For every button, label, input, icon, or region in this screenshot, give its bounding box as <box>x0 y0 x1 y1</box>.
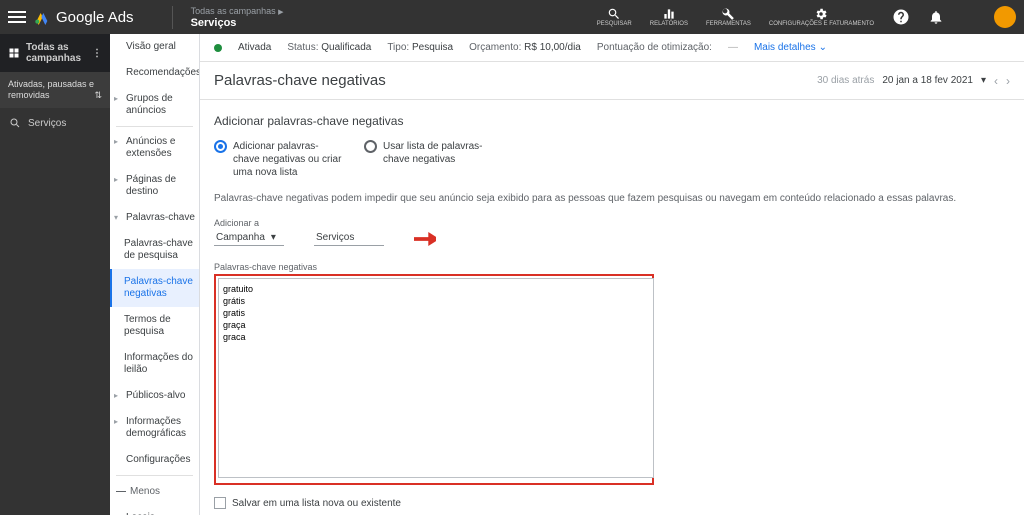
chevron-right-icon: ▸ <box>114 417 122 426</box>
google-ads-icon <box>34 9 50 25</box>
sidebar-publicos-alvo[interactable]: ▸Públicos-alvo <box>110 383 199 409</box>
product-name: Google Ads <box>56 9 134 26</box>
chevron-down-icon: ⌄ <box>819 42 827 53</box>
sidebar-info-leilao[interactable]: Informações do leilão <box>110 345 199 383</box>
chevron-right-icon: ▸ <box>114 137 122 146</box>
sidebar-grupos-anuncios[interactable]: ▸Grupos de anúncios <box>110 86 199 124</box>
sidebar-pc-negativas[interactable]: Palavras-chave negativas <box>110 269 199 307</box>
status-active: Ativada <box>238 42 271 53</box>
nav-all-campaigns[interactable]: Todas as campanhas ⋮ <box>0 34 110 72</box>
date-range-picker[interactable]: 30 dias atrás 20 jan a 18 fev 2021 ▾ ‹ › <box>817 74 1010 88</box>
save-list-checkbox[interactable] <box>214 497 226 509</box>
save-list-label: Salvar em uma lista nova ou existente <box>232 498 401 509</box>
sidebar-locais[interactable]: ▸Locais+ <box>110 505 199 515</box>
next-period-button[interactable]: › <box>1006 74 1010 88</box>
nav-campaign-servicos[interactable]: Serviços <box>0 108 110 138</box>
form-heading: Adicionar palavras-chave negativas <box>214 114 1010 128</box>
menu-icon[interactable] <box>8 11 26 23</box>
info-text: Palavras-chave negativas podem impedir q… <box>214 193 1010 204</box>
sidebar-palavras-chave[interactable]: ▾Palavras-chave <box>110 205 199 231</box>
prev-period-button[interactable]: ‹ <box>994 74 998 88</box>
sidebar-configuracoes[interactable]: Configurações <box>110 447 199 473</box>
negative-keywords-input[interactable] <box>218 278 654 478</box>
grid-icon <box>8 46 20 60</box>
status-dot-icon <box>214 44 222 52</box>
chevron-right-icon: ▸ <box>114 94 122 103</box>
sidebar-paginas-destino[interactable]: ▸Páginas de destino <box>110 167 199 205</box>
settings-icon[interactable]: CONFIGURAÇÕES E FATURAMENTO <box>769 7 874 27</box>
page-title: Palavras-chave negativas <box>214 72 386 89</box>
nav-filter-status[interactable]: Ativadas, pausadas e removidas ⇅ <box>0 72 110 108</box>
search-campaign-icon <box>8 116 22 130</box>
filter-icon: ⇅ <box>94 90 102 101</box>
reports-icon[interactable]: RELATÓRIOS <box>650 7 688 27</box>
product-logo[interactable]: Google Ads <box>34 9 134 26</box>
campaign-status-bar: Ativada Status: Qualificada Tipo: Pesqui… <box>200 34 1024 62</box>
sidebar-anuncios-extensoes[interactable]: ▸Anúncios e extensões <box>110 129 199 167</box>
sidebar-info-demograficas[interactable]: ▸Informações demográficas <box>110 409 199 447</box>
chevron-right-icon: ▸ <box>114 175 122 184</box>
sidebar-termos-pesquisa[interactable]: Termos de pesquisa <box>110 307 199 345</box>
tools-icon[interactable]: FERRAMENTAS <box>706 7 751 27</box>
addto-label: Adicionar a <box>214 218 284 228</box>
sidebar-menos[interactable]: —Menos <box>110 478 199 505</box>
breadcrumb[interactable]: Todas as campanhas ▶ Serviços <box>172 6 284 29</box>
avatar[interactable] <box>994 6 1016 28</box>
radio-icon <box>364 140 377 153</box>
addto-dropdown[interactable]: Campanha▾ <box>214 230 284 246</box>
radio-use-list[interactable]: Usar lista de palavras-chave negativas <box>364 140 494 179</box>
textarea-label: Palavras-chave negativas <box>214 262 1010 272</box>
chevron-down-icon: ▾ <box>981 75 986 86</box>
chevron-down-icon: ▾ <box>114 213 122 222</box>
more-icon[interactable]: ⋮ <box>92 48 102 59</box>
radio-add-keywords[interactable]: Adicionar palavras-chave negativas ou cr… <box>214 140 344 179</box>
chevron-right-icon: ▸ <box>114 391 122 400</box>
campaign-selector[interactable]: Serviços <box>314 230 384 246</box>
help-icon[interactable] <box>892 8 910 26</box>
sidebar-visao-geral[interactable]: Visão geral <box>110 34 199 60</box>
annotation-arrow <box>414 232 436 246</box>
chevron-down-icon: ▾ <box>271 232 276 243</box>
more-details-link[interactable]: Mais detalhes ⌄ <box>754 42 827 53</box>
bell-icon[interactable] <box>928 9 944 25</box>
radio-icon <box>214 140 227 153</box>
sidebar-recomendacoes[interactable]: Recomendações <box>110 60 199 86</box>
sidebar-pc-pesquisa[interactable]: Palavras-chave de pesquisa <box>110 231 199 269</box>
search-icon[interactable]: PESQUISAR <box>597 7 632 27</box>
